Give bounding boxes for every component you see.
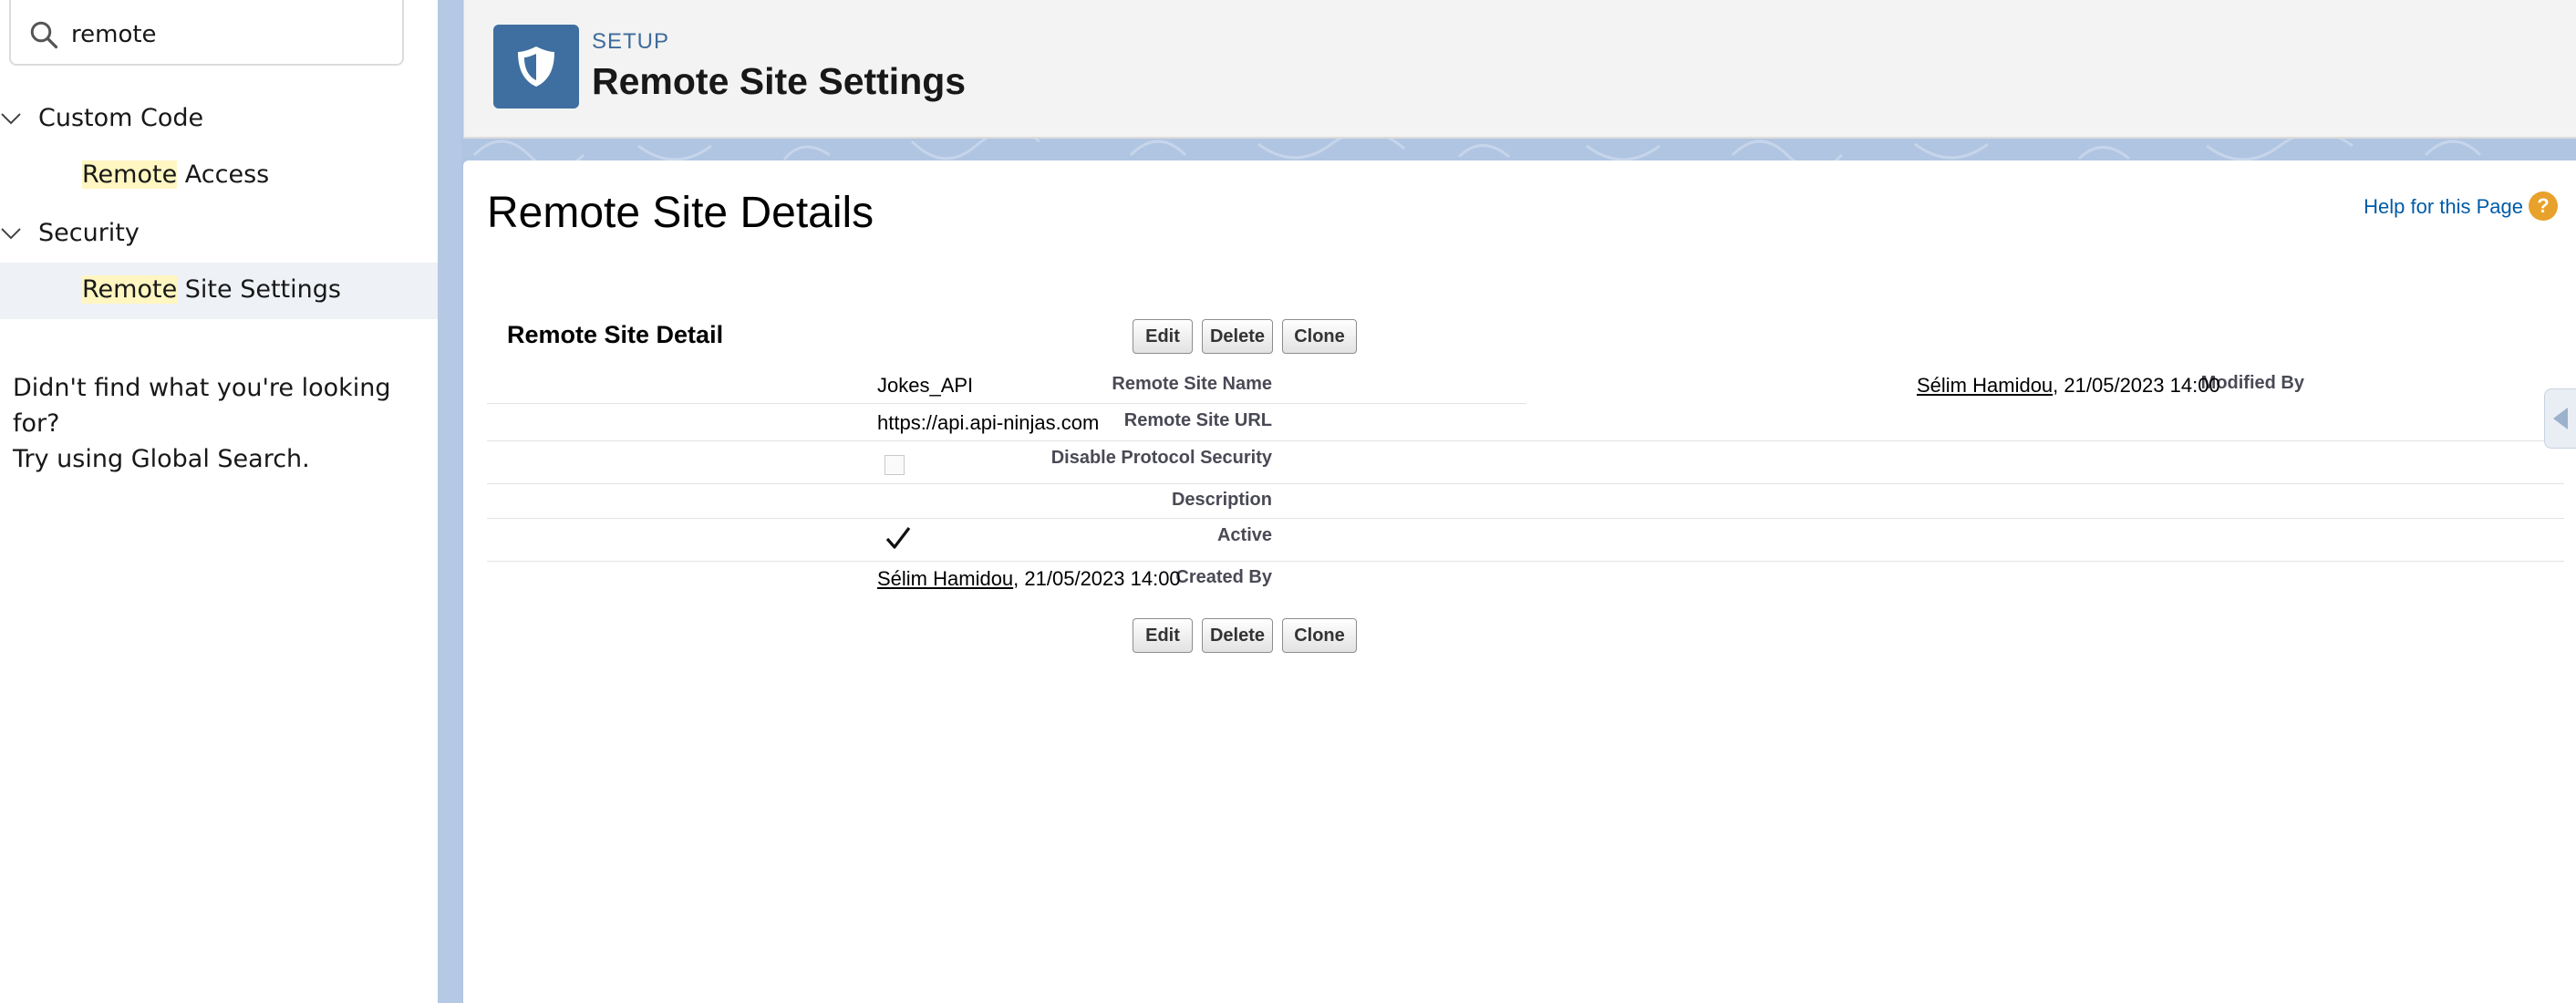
active-label: Active bbox=[1216, 525, 1272, 545]
quick-find-input[interactable] bbox=[69, 11, 383, 58]
help-for-this-page-link[interactable]: Help for this Page bbox=[2364, 195, 2523, 219]
edit-button[interactable]: Edit bbox=[1133, 319, 1193, 354]
modified-by-user-link[interactable]: Sélim Hamidou bbox=[1917, 374, 2053, 397]
remote-site-name-label: Remote Site Name bbox=[1112, 374, 1272, 394]
disable-protocol-security-label: Disable Protocol Security bbox=[1050, 448, 1272, 468]
detail-page-title: Remote Site Details bbox=[487, 189, 874, 237]
header-eyebrow: SETUP bbox=[592, 29, 670, 54]
sidebar-item-remote-access[interactable]: Remote Access bbox=[0, 148, 438, 204]
remote-site-url-value: https://api.api-ninjas.com bbox=[877, 411, 1100, 434]
row-divider bbox=[487, 561, 2564, 562]
page-header: SETUP Remote Site Settings bbox=[463, 0, 2576, 139]
created-date: , 21/05/2023 14:00 bbox=[1013, 567, 1181, 590]
tree-group-security[interactable]: Security bbox=[0, 208, 438, 263]
modified-by-value: Sélim Hamidou, 21/05/2023 14:00 bbox=[1917, 374, 2220, 398]
remote-site-url-label: Remote Site URL bbox=[1123, 410, 1272, 430]
row-divider bbox=[487, 440, 2564, 441]
clone-button[interactable]: Clone bbox=[1282, 319, 1357, 354]
page-title: Remote Site Settings bbox=[592, 60, 967, 102]
help-line-1: Didn't find what you're looking for? bbox=[13, 374, 391, 438]
delete-button[interactable]: Delete bbox=[1202, 319, 1273, 354]
disable-protocol-security-checkbox bbox=[885, 455, 905, 475]
content-panel: Remote Site Details Help for this Page ?… bbox=[463, 160, 2576, 1003]
help-icon[interactable]: ? bbox=[2529, 191, 2558, 221]
search-highlight: Remote bbox=[82, 160, 178, 189]
delete-button[interactable]: Delete bbox=[1202, 618, 1273, 653]
row-divider bbox=[487, 403, 1526, 404]
modified-date: , 21/05/2023 14:00 bbox=[2053, 374, 2220, 397]
sidebar-item-label: Remote Access bbox=[82, 160, 269, 189]
search-icon bbox=[30, 21, 58, 49]
edit-button[interactable]: Edit bbox=[1133, 618, 1193, 653]
chevron-left-icon bbox=[2553, 408, 2568, 429]
setup-sidebar: Custom Code Remote Access Security Remot… bbox=[0, 0, 438, 1003]
tree-group-custom-code[interactable]: Custom Code bbox=[0, 93, 438, 148]
clone-button[interactable]: Clone bbox=[1282, 618, 1357, 653]
chevron-down-icon bbox=[1, 113, 21, 125]
tree-group-label: Custom Code bbox=[38, 104, 204, 132]
side-panel-toggle[interactable] bbox=[2544, 388, 2576, 449]
sidebar-item-label: Remote Site Settings bbox=[82, 275, 341, 304]
row-divider bbox=[487, 518, 2564, 519]
chevron-down-icon bbox=[1, 228, 21, 240]
row-divider bbox=[487, 483, 2564, 484]
created-by-user-link[interactable]: Sélim Hamidou bbox=[877, 567, 1013, 590]
description-label: Description bbox=[1171, 490, 1272, 510]
created-by-value: Sélim Hamidou, 21/05/2023 14:00 bbox=[877, 567, 1181, 591]
sidebar-item-label-rest: Site Settings bbox=[177, 275, 341, 304]
help-line-2: Try using Global Search. bbox=[13, 445, 310, 473]
created-by-label: Created By bbox=[1175, 567, 1272, 587]
no-results-help: Didn't find what you're looking for? Try… bbox=[13, 370, 414, 477]
setup-icon-tile bbox=[493, 25, 579, 109]
remote-site-name-value: Jokes_API bbox=[877, 374, 974, 397]
search-highlight: Remote bbox=[82, 275, 178, 304]
checkmark-icon bbox=[885, 527, 911, 549]
tree-group-label: Security bbox=[38, 219, 140, 247]
section-title: Remote Site Detail bbox=[507, 321, 724, 348]
sidebar-item-label-rest: Access bbox=[177, 160, 270, 189]
quick-find-box[interactable] bbox=[9, 0, 404, 66]
sidebar-item-remote-site-settings[interactable]: Remote Site Settings bbox=[0, 263, 438, 319]
shield-icon bbox=[518, 47, 554, 87]
